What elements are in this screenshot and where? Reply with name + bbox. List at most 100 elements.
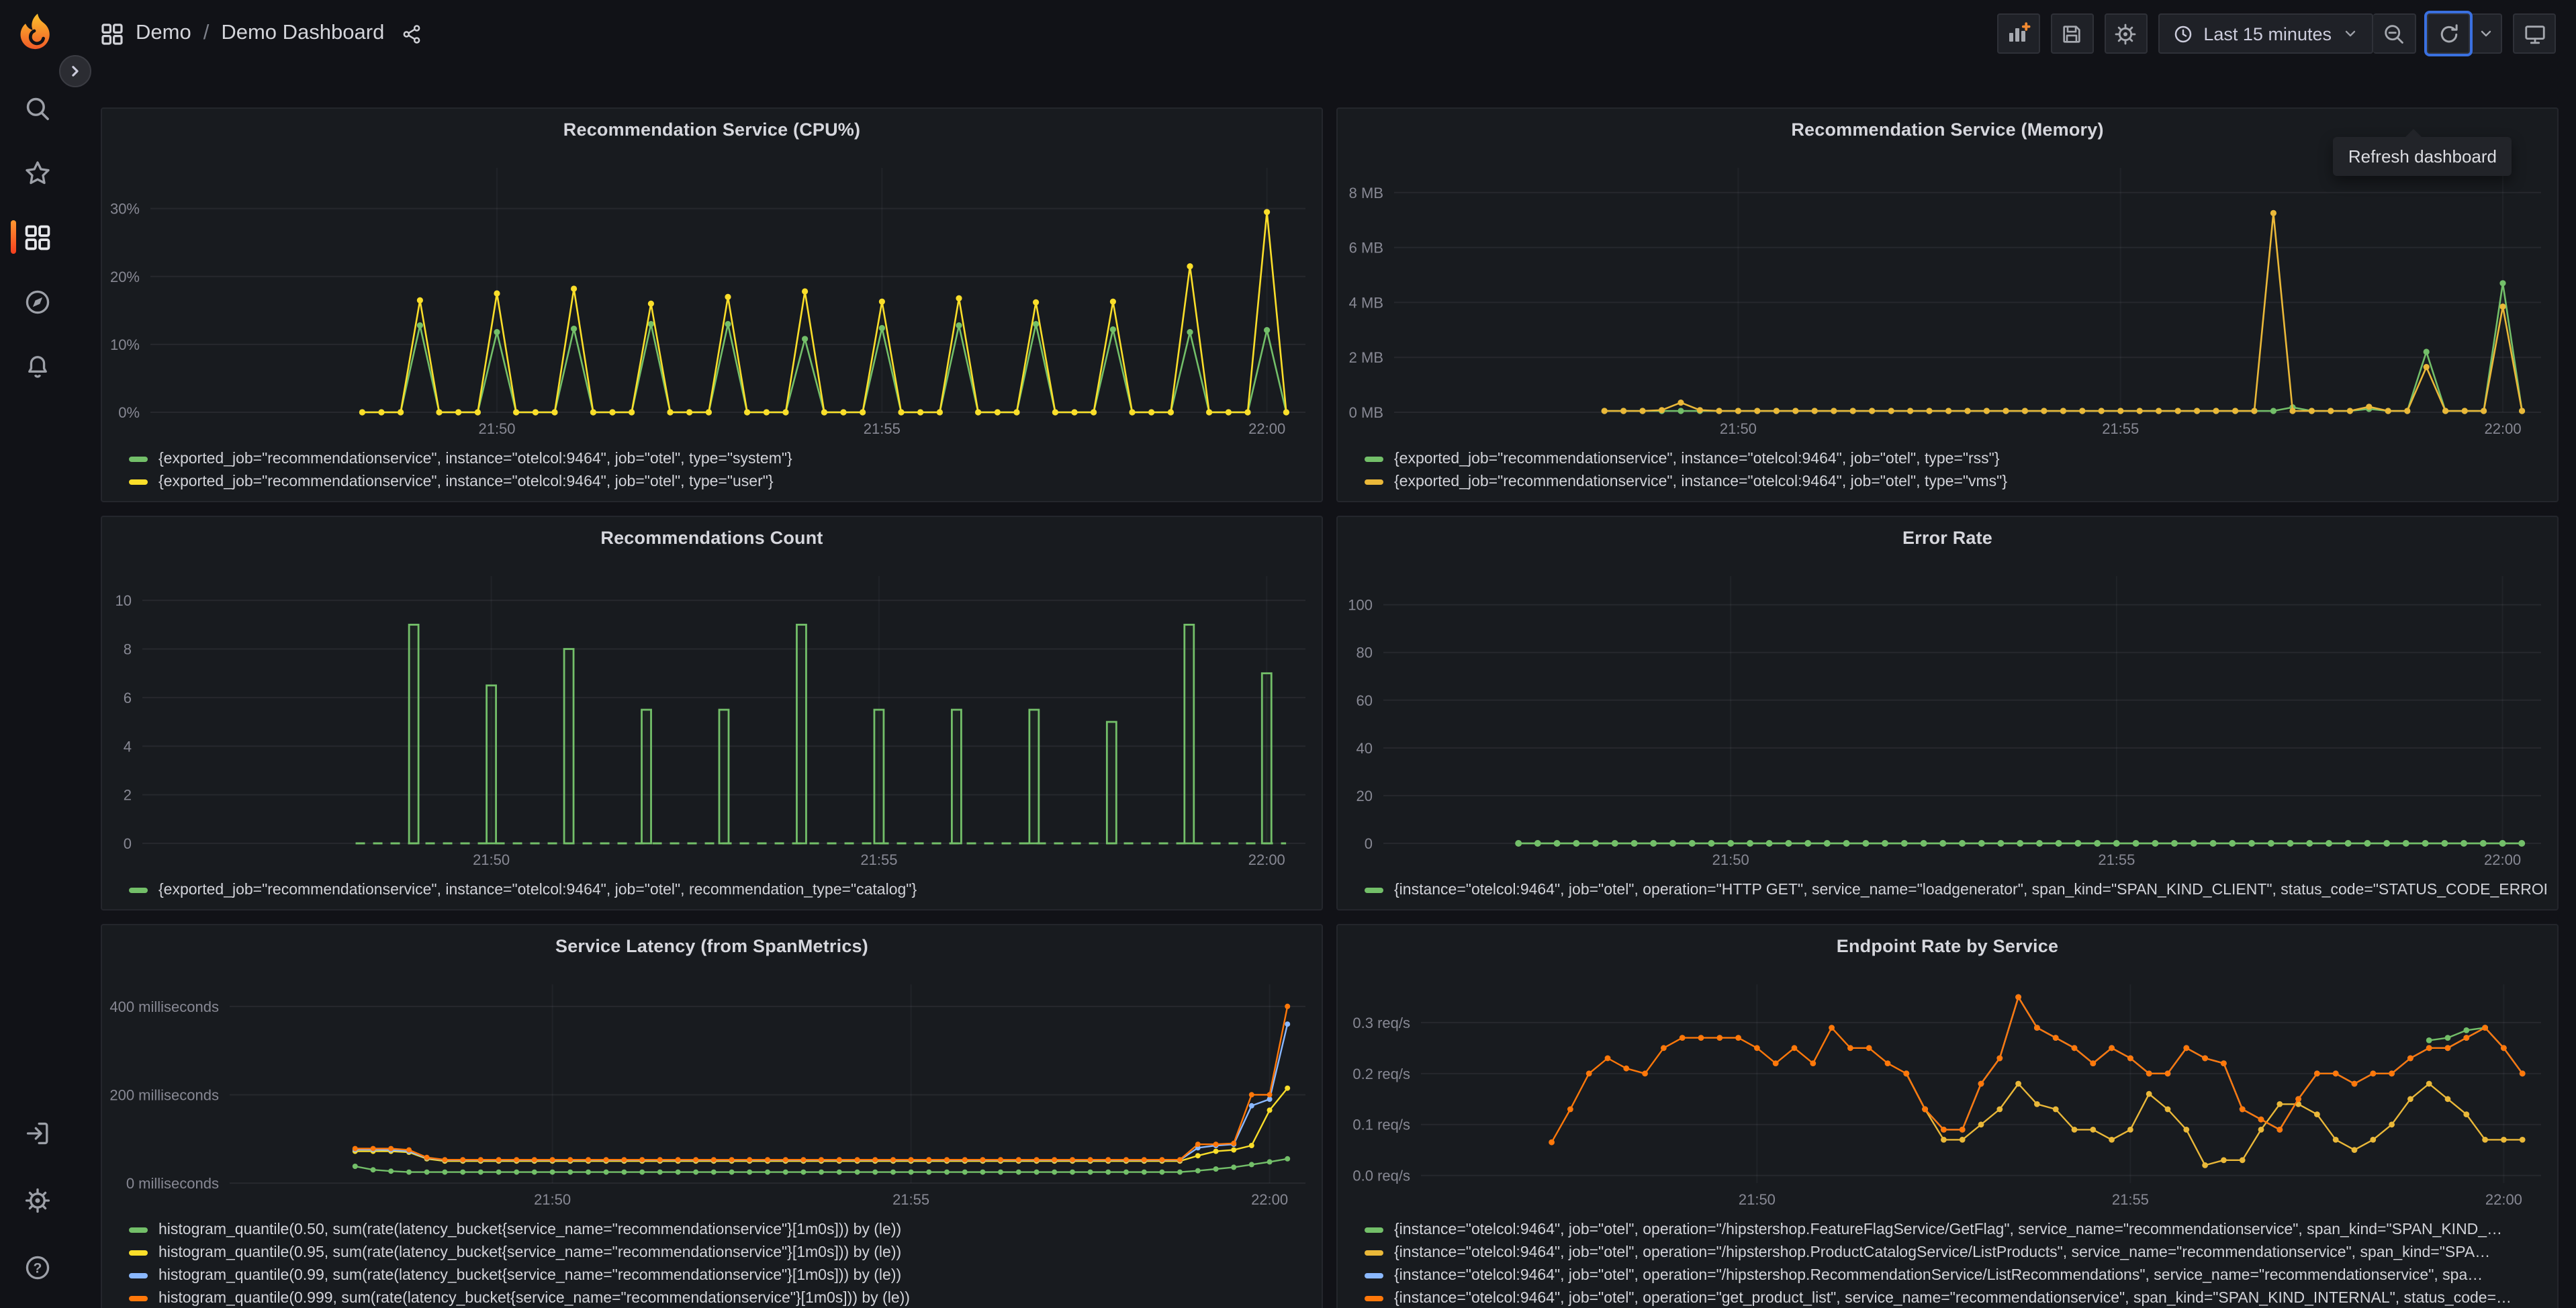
compass-icon bbox=[24, 288, 50, 315]
sidebar-bottom: ? bbox=[0, 1119, 74, 1281]
panel-header[interactable]: Service Latency (from SpanMetrics) bbox=[102, 925, 1322, 966]
svg-text:?: ? bbox=[33, 1260, 42, 1276]
save-dashboard-button[interactable] bbox=[2050, 13, 2094, 54]
dashboard-settings-button[interactable] bbox=[2104, 13, 2148, 54]
share-icon[interactable] bbox=[402, 24, 422, 44]
svg-text:0.3 req/s: 0.3 req/s bbox=[1352, 1015, 1410, 1031]
legend-item[interactable]: {instance="otelcol:9464", job="otel", op… bbox=[1365, 1264, 2546, 1287]
sidebar-expand-button[interactable] bbox=[59, 55, 91, 87]
legend-item[interactable]: {instance="otelcol:9464", job="otel", op… bbox=[1365, 1241, 2546, 1264]
legend-item[interactable]: {exported_job="recommendationservice", i… bbox=[1365, 447, 2546, 470]
refresh-dashboard-button[interactable] bbox=[2427, 13, 2470, 54]
search-icon bbox=[24, 95, 50, 122]
dashboard-grid: Recommendation Service (CPU%) 21:50 21:55… bbox=[74, 67, 2576, 1308]
zoom-out-button[interactable] bbox=[2373, 13, 2416, 54]
svg-text:21:55: 21:55 bbox=[2112, 1191, 2149, 1208]
panel-chart[interactable]: 21:50 21:55 22:00 0.0 req/s 0.1 req/s 0.2 req… bbox=[1338, 966, 2557, 1215]
svg-text:20%: 20% bbox=[110, 269, 140, 285]
svg-text:0 MB: 0 MB bbox=[1349, 404, 1383, 421]
panel-chart[interactable]: 21:50 21:55 22:00 0% 10% 20% 30% bbox=[102, 149, 1322, 445]
refresh-interval-dropdown[interactable] bbox=[2470, 13, 2502, 54]
sidebar-item-search[interactable] bbox=[0, 94, 74, 122]
svg-text:10: 10 bbox=[116, 592, 132, 609]
svg-text:0.0 req/s: 0.0 req/s bbox=[1352, 1168, 1410, 1184]
legend-item[interactable]: histogram_quantile(0.99, sum(rate(latenc… bbox=[129, 1264, 1311, 1287]
add-panel-button[interactable] bbox=[1996, 13, 2040, 54]
legend-item[interactable]: {instance="otelcol:9464", job="otel", op… bbox=[1365, 1287, 2546, 1308]
legend-swatch bbox=[1365, 456, 1383, 461]
panel-chart[interactable]: 21:50 21:55 22:00 0 2 4 6 8 10 bbox=[102, 557, 1322, 876]
legend-item[interactable]: histogram_quantile(0.95, sum(rate(latenc… bbox=[129, 1241, 1311, 1264]
legend-swatch bbox=[1365, 1272, 1383, 1278]
legend-item[interactable]: {exported_job="recommendationservice", i… bbox=[129, 878, 1311, 901]
svg-text:0.2 req/s: 0.2 req/s bbox=[1352, 1066, 1410, 1082]
legend-swatch bbox=[1365, 479, 1383, 484]
legend-item[interactable]: {exported_job="recommendationservice", i… bbox=[129, 470, 1311, 493]
panel-header[interactable]: Endpoint Rate by Service bbox=[1338, 925, 2557, 966]
svg-text:21:55: 21:55 bbox=[2098, 851, 2135, 868]
breadcrumb: Demo / Demo Dashboard bbox=[101, 21, 422, 46]
panel-service-latency: Service Latency (from SpanMetrics) 21:50… bbox=[101, 924, 1323, 1308]
svg-text:21:50: 21:50 bbox=[534, 1191, 571, 1208]
breadcrumb-separator: / bbox=[203, 21, 210, 44]
panel-chart[interactable]: 21:50 21:55 22:00 0 MB 2 MB 4 MB 6 MB 8 MB bbox=[1338, 149, 2557, 445]
kiosk-mode-button[interactable] bbox=[2513, 13, 2556, 54]
clock-icon bbox=[2172, 24, 2193, 44]
sidebar-item-dashboards[interactable] bbox=[0, 220, 74, 254]
svg-text:40: 40 bbox=[1356, 740, 1373, 757]
svg-text:30%: 30% bbox=[110, 201, 140, 218]
legend-label: {exported_job="recommendationservice", i… bbox=[1394, 451, 2000, 467]
gear-icon bbox=[24, 1186, 50, 1213]
time-range-picker[interactable]: Last 15 minutes bbox=[2158, 13, 2373, 54]
sidebar-item-explore[interactable] bbox=[0, 287, 74, 316]
svg-text:8 MB: 8 MB bbox=[1349, 185, 1383, 201]
legend-item[interactable]: histogram_quantile(0.50, sum(rate(latenc… bbox=[129, 1218, 1311, 1241]
grafana-logo[interactable] bbox=[13, 11, 61, 59]
panel-header[interactable]: Recommendations Count bbox=[102, 517, 1322, 557]
panel-chart[interactable]: 21:50 21:55 22:00 0 20 40 60 80 100 bbox=[1338, 557, 2557, 876]
sidebar-item-administration[interactable] bbox=[0, 1186, 74, 1214]
legend-item[interactable]: {instance="otelcol:9464", job="otel", op… bbox=[1365, 878, 2546, 901]
svg-text:400 milliseconds: 400 milliseconds bbox=[109, 998, 219, 1015]
legend-item[interactable]: {exported_job="recommendationservice", i… bbox=[129, 447, 1311, 470]
legend-item[interactable]: {instance="otelcol:9464", job="otel", op… bbox=[1365, 1218, 2546, 1241]
active-indicator bbox=[11, 220, 16, 254]
svg-text:60: 60 bbox=[1356, 692, 1373, 709]
svg-text:21:50: 21:50 bbox=[1720, 420, 1757, 437]
legend-item[interactable]: {exported_job="recommendationservice", i… bbox=[1365, 470, 2546, 493]
legend-label: {exported_job="recommendationservice", i… bbox=[1394, 473, 2008, 489]
svg-text:21:55: 21:55 bbox=[892, 1191, 929, 1208]
panel-endpoint-rate: Endpoint Rate by Service 21:50 21:55 22:00… bbox=[1336, 924, 2559, 1308]
svg-text:21:50: 21:50 bbox=[473, 851, 510, 868]
toolbar: Last 15 minutes bbox=[1996, 13, 2556, 54]
svg-text:22:00: 22:00 bbox=[1248, 420, 1285, 437]
svg-text:0 milliseconds: 0 milliseconds bbox=[126, 1175, 219, 1192]
grafana-app: ? Demo / Demo Dashboard Last 15 minutes … bbox=[0, 0, 2576, 1308]
sidebar-item-alerting[interactable] bbox=[0, 352, 74, 380]
legend-label: {instance="otelcol:9464", job="otel", op… bbox=[1394, 1244, 2491, 1260]
legend-item[interactable]: histogram_quantile(0.999, sum(rate(laten… bbox=[129, 1287, 1311, 1308]
svg-text:0%: 0% bbox=[118, 404, 140, 421]
legend-swatch bbox=[129, 1295, 148, 1301]
sidebar-item-sign-in[interactable] bbox=[0, 1119, 74, 1147]
svg-text:4 MB: 4 MB bbox=[1349, 294, 1383, 311]
sign-in-icon bbox=[24, 1119, 50, 1146]
panel-chart[interactable]: 21:50 21:55 22:00 0 milliseconds 200 millise… bbox=[102, 966, 1322, 1215]
panel-legend: {instance="otelcol:9464", job="otel", op… bbox=[1338, 1215, 2557, 1308]
help-icon: ? bbox=[24, 1254, 50, 1280]
breadcrumb-section[interactable]: Demo bbox=[136, 21, 191, 46]
legend-label: {instance="otelcol:9464", job="otel", op… bbox=[1394, 1290, 2512, 1306]
chevron-down-icon bbox=[2342, 26, 2358, 42]
sidebar-item-help[interactable]: ? bbox=[0, 1253, 74, 1281]
panel-header[interactable]: Recommendation Service (CPU%) bbox=[102, 109, 1322, 149]
svg-text:0: 0 bbox=[1365, 835, 1373, 852]
sidebar-item-starred[interactable] bbox=[0, 158, 74, 187]
zoom-out-icon bbox=[2383, 22, 2405, 45]
panel-header[interactable]: Error Rate bbox=[1338, 517, 2557, 557]
legend-swatch bbox=[129, 1272, 148, 1278]
panel-title: Endpoint Rate by Service bbox=[1836, 935, 2059, 955]
legend-label: {exported_job="recommendationservice", i… bbox=[158, 882, 917, 898]
svg-text:21:50: 21:50 bbox=[1739, 1191, 1776, 1208]
gear-icon bbox=[2114, 22, 2137, 45]
time-controls: Last 15 minutes bbox=[2158, 13, 2416, 54]
